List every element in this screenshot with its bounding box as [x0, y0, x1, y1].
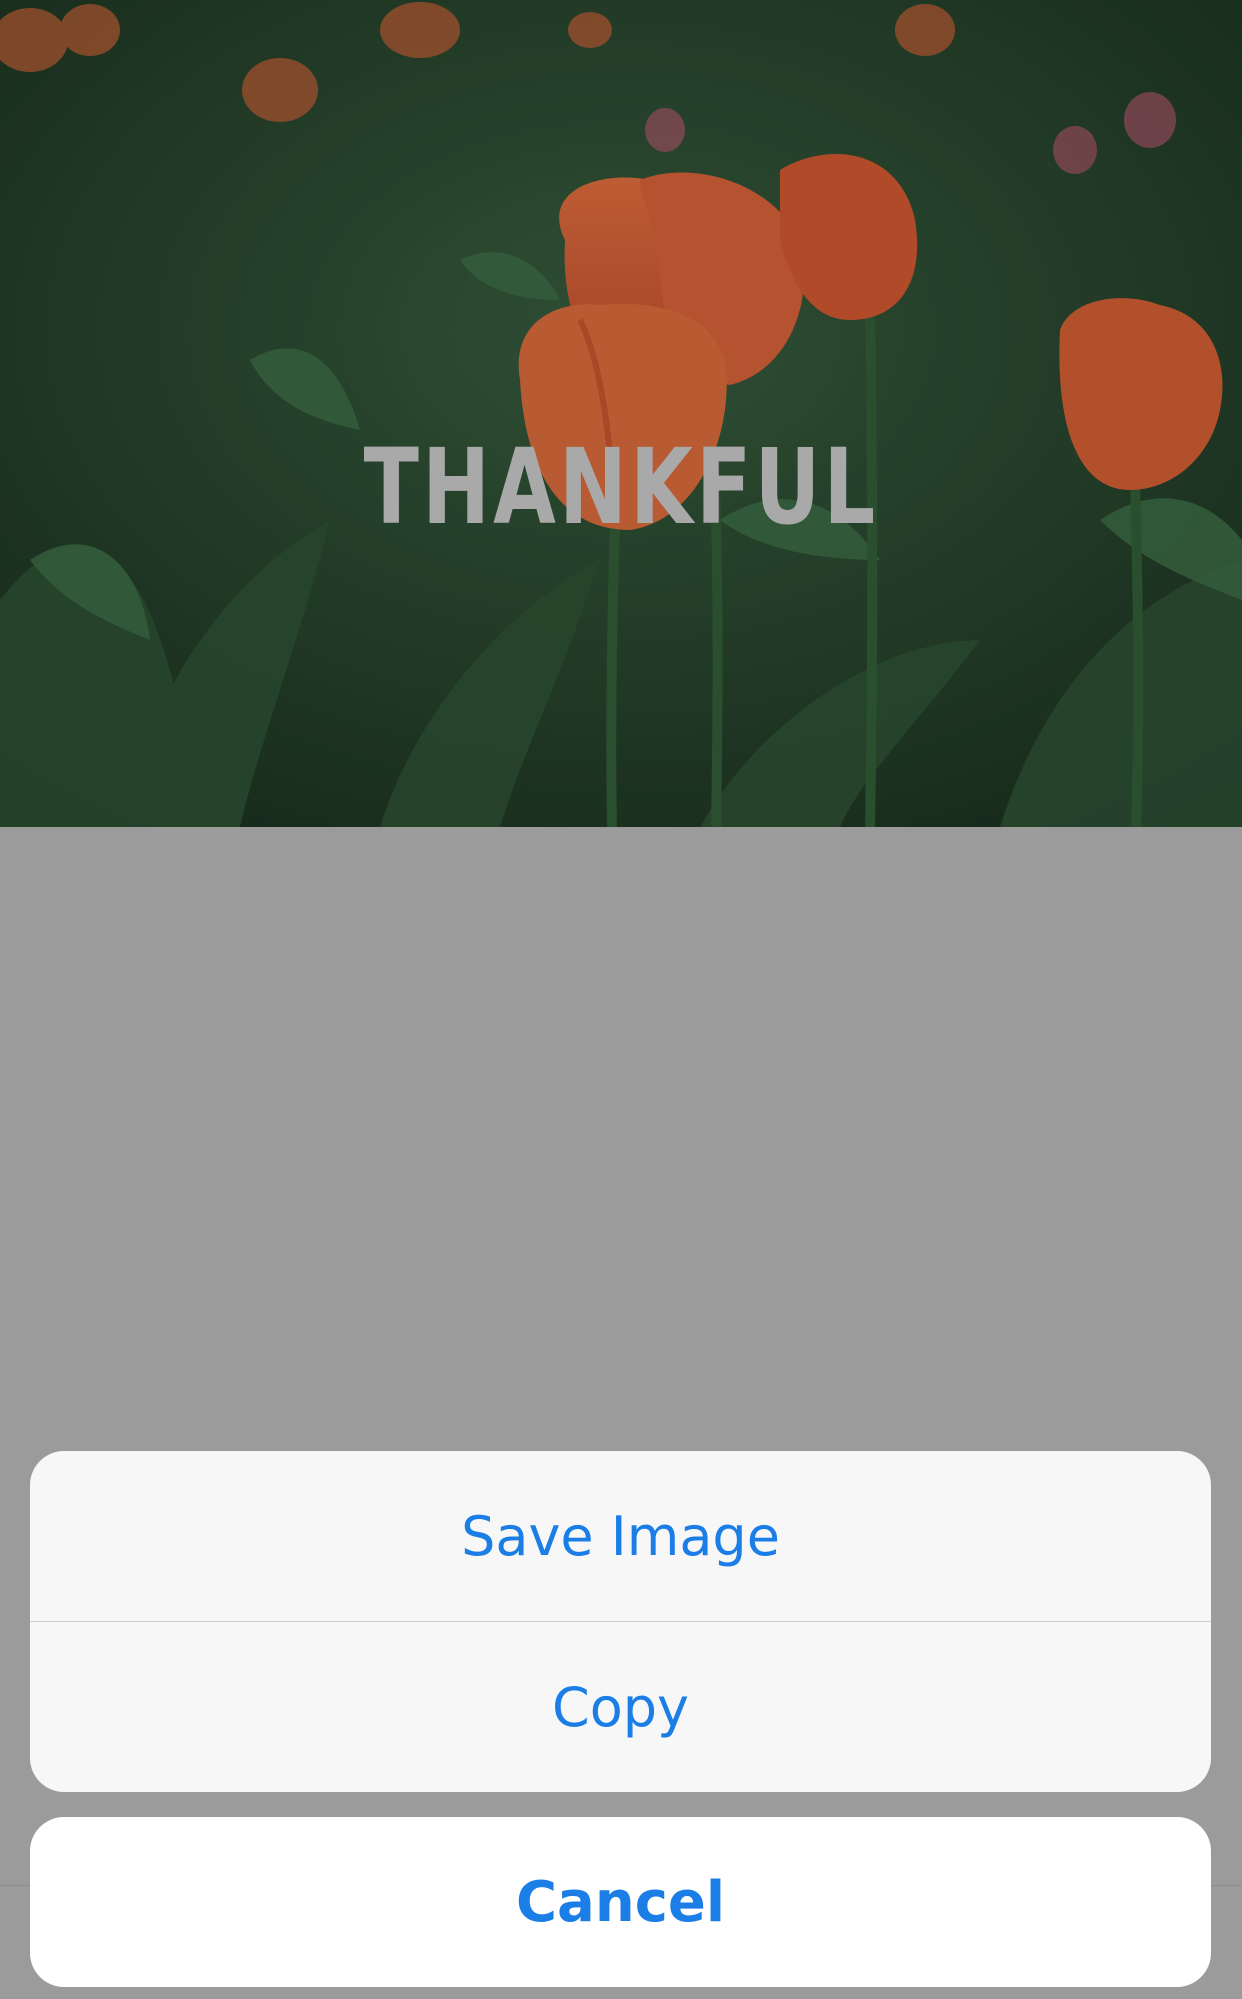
overlay-word: THANKFUL [363, 426, 879, 548]
save-image-button[interactable]: Save Image [30, 1451, 1211, 1621]
cancel-button[interactable]: Cancel [30, 1817, 1211, 1987]
action-sheet: Save Image Copy [30, 1451, 1211, 1792]
tulip-photo: THANKFUL [0, 0, 1242, 827]
copy-button[interactable]: Copy [30, 1621, 1211, 1792]
tulip-photo-illustration [0, 0, 1242, 827]
